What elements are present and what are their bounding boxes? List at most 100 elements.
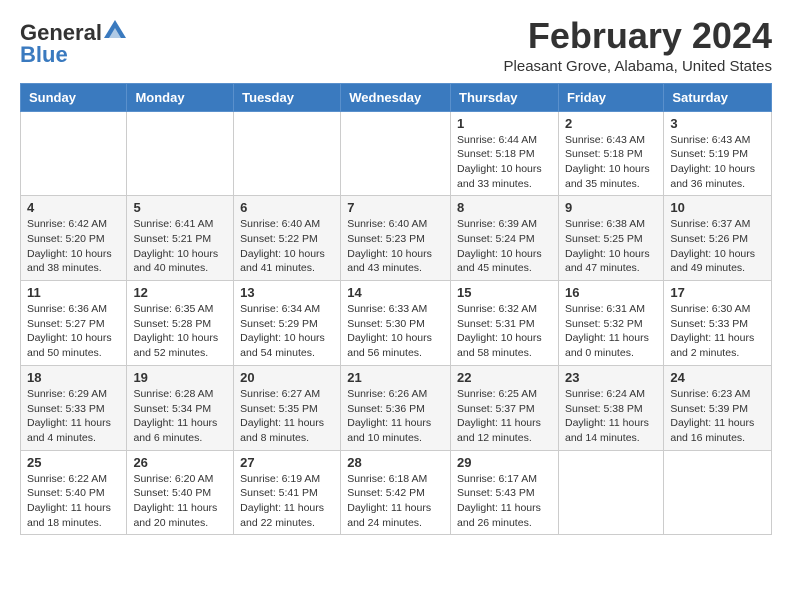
- day-info: Sunrise: 6:40 AM Sunset: 5:22 PM Dayligh…: [240, 217, 334, 276]
- day-cell: 12 Sunrise: 6:35 AM Sunset: 5:28 PM Dayli…: [127, 281, 234, 366]
- week-row-5: 25 Sunrise: 6:22 AM Sunset: 5:40 PM Dayli…: [21, 450, 772, 535]
- day-number: 4: [27, 200, 120, 215]
- week-row-2: 4 Sunrise: 6:42 AM Sunset: 5:20 PM Daylig…: [21, 196, 772, 281]
- day-info: Sunrise: 6:31 AM Sunset: 5:32 PM Dayligh…: [565, 302, 657, 361]
- day-number: 1: [457, 116, 552, 131]
- header-row: SundayMondayTuesdayWednesdayThursdayFrid…: [21, 83, 772, 111]
- day-number: 16: [565, 285, 657, 300]
- day-number: 22: [457, 370, 552, 385]
- day-info: Sunrise: 6:43 AM Sunset: 5:18 PM Dayligh…: [565, 133, 657, 192]
- day-number: 27: [240, 455, 334, 470]
- header-cell-sunday: Sunday: [21, 83, 127, 111]
- week-row-4: 18 Sunrise: 6:29 AM Sunset: 5:33 PM Dayli…: [21, 365, 772, 450]
- day-info: Sunrise: 6:33 AM Sunset: 5:30 PM Dayligh…: [347, 302, 444, 361]
- day-cell: 11 Sunrise: 6:36 AM Sunset: 5:27 PM Dayli…: [21, 281, 127, 366]
- day-number: 10: [670, 200, 765, 215]
- day-cell: 27Sunrise: 6:19 AM Sunset: 5:41 PM Dayli…: [234, 450, 341, 535]
- day-cell: 2 Sunrise: 6:43 AM Sunset: 5:18 PM Daylig…: [558, 111, 663, 196]
- day-info: Sunrise: 6:34 AM Sunset: 5:29 PM Dayligh…: [240, 302, 334, 361]
- day-info: Sunrise: 6:17 AM Sunset: 5:43 PM Dayligh…: [457, 472, 552, 531]
- day-number: 13: [240, 285, 334, 300]
- day-cell: 20 Sunrise: 6:27 AM Sunset: 5:35 PM Dayli…: [234, 365, 341, 450]
- day-info: Sunrise: 6:28 AM Sunset: 5:34 PM Dayligh…: [133, 387, 227, 446]
- day-info: Sunrise: 6:42 AM Sunset: 5:20 PM Dayligh…: [27, 217, 120, 276]
- day-cell: [127, 111, 234, 196]
- day-number: 14: [347, 285, 444, 300]
- day-info: Sunrise: 6:18 AM Sunset: 5:42 PM Dayligh…: [347, 472, 444, 531]
- day-number: 18: [27, 370, 120, 385]
- day-info: Sunrise: 6:35 AM Sunset: 5:28 PM Dayligh…: [133, 302, 227, 361]
- day-cell: [558, 450, 663, 535]
- day-info: Sunrise: 6:20 AM Sunset: 5:40 PM Dayligh…: [133, 472, 227, 531]
- day-cell: 7Sunrise: 6:40 AM Sunset: 5:23 PM Daylig…: [341, 196, 451, 281]
- day-cell: 21Sunrise: 6:26 AM Sunset: 5:36 PM Dayli…: [341, 365, 451, 450]
- logo-blue: Blue: [20, 42, 68, 68]
- day-cell: 3 Sunrise: 6:43 AM Sunset: 5:19 PM Daylig…: [664, 111, 772, 196]
- day-cell: 23 Sunrise: 6:24 AM Sunset: 5:38 PM Dayli…: [558, 365, 663, 450]
- day-cell: 13 Sunrise: 6:34 AM Sunset: 5:29 PM Dayli…: [234, 281, 341, 366]
- day-number: 24: [670, 370, 765, 385]
- header-cell-thursday: Thursday: [451, 83, 559, 111]
- day-cell: 25 Sunrise: 6:22 AM Sunset: 5:40 PM Dayli…: [21, 450, 127, 535]
- day-number: 26: [133, 455, 227, 470]
- day-number: 8: [457, 200, 552, 215]
- day-number: 23: [565, 370, 657, 385]
- day-cell: 26 Sunrise: 6:20 AM Sunset: 5:40 PM Dayli…: [127, 450, 234, 535]
- calendar-table: SundayMondayTuesdayWednesdayThursdayFrid…: [20, 83, 772, 536]
- day-number: 15: [457, 285, 552, 300]
- day-cell: [21, 111, 127, 196]
- day-info: Sunrise: 6:27 AM Sunset: 5:35 PM Dayligh…: [240, 387, 334, 446]
- day-info: Sunrise: 6:24 AM Sunset: 5:38 PM Dayligh…: [565, 387, 657, 446]
- day-info: Sunrise: 6:30 AM Sunset: 5:33 PM Dayligh…: [670, 302, 765, 361]
- day-number: 20: [240, 370, 334, 385]
- day-cell: 1Sunrise: 6:44 AM Sunset: 5:18 PM Daylig…: [451, 111, 559, 196]
- month-title: February 2024: [504, 16, 772, 56]
- day-number: 25: [27, 455, 120, 470]
- day-cell: 4 Sunrise: 6:42 AM Sunset: 5:20 PM Daylig…: [21, 196, 127, 281]
- day-cell: 24 Sunrise: 6:23 AM Sunset: 5:39 PM Dayli…: [664, 365, 772, 450]
- day-number: 28: [347, 455, 444, 470]
- calendar-header: SundayMondayTuesdayWednesdayThursdayFrid…: [21, 83, 772, 111]
- day-cell: 19 Sunrise: 6:28 AM Sunset: 5:34 PM Dayli…: [127, 365, 234, 450]
- day-cell: 17Sunrise: 6:30 AM Sunset: 5:33 PM Dayli…: [664, 281, 772, 366]
- day-cell: 9Sunrise: 6:38 AM Sunset: 5:25 PM Daylig…: [558, 196, 663, 281]
- day-number: 21: [347, 370, 444, 385]
- day-number: 29: [457, 455, 552, 470]
- week-row-1: 1Sunrise: 6:44 AM Sunset: 5:18 PM Daylig…: [21, 111, 772, 196]
- day-cell: 29 Sunrise: 6:17 AM Sunset: 5:43 PM Dayli…: [451, 450, 559, 535]
- logo-icon: [104, 20, 126, 38]
- logo: General Blue: [20, 20, 126, 68]
- day-info: Sunrise: 6:23 AM Sunset: 5:39 PM Dayligh…: [670, 387, 765, 446]
- title-block: February 2024 Pleasant Grove, Alabama, U…: [504, 16, 772, 75]
- header-cell-wednesday: Wednesday: [341, 83, 451, 111]
- day-number: 19: [133, 370, 227, 385]
- page-header: General Blue February 2024 Pleasant Grov…: [20, 16, 772, 75]
- day-cell: 14 Sunrise: 6:33 AM Sunset: 5:30 PM Dayli…: [341, 281, 451, 366]
- day-number: 12: [133, 285, 227, 300]
- day-number: 3: [670, 116, 765, 131]
- week-row-3: 11 Sunrise: 6:36 AM Sunset: 5:27 PM Dayli…: [21, 281, 772, 366]
- day-info: Sunrise: 6:32 AM Sunset: 5:31 PM Dayligh…: [457, 302, 552, 361]
- day-cell: 28 Sunrise: 6:18 AM Sunset: 5:42 PM Dayli…: [341, 450, 451, 535]
- day-number: 11: [27, 285, 120, 300]
- day-number: 2: [565, 116, 657, 131]
- day-cell: 5Sunrise: 6:41 AM Sunset: 5:21 PM Daylig…: [127, 196, 234, 281]
- day-info: Sunrise: 6:29 AM Sunset: 5:33 PM Dayligh…: [27, 387, 120, 446]
- header-cell-saturday: Saturday: [664, 83, 772, 111]
- day-cell: 8 Sunrise: 6:39 AM Sunset: 5:24 PM Daylig…: [451, 196, 559, 281]
- day-info: Sunrise: 6:39 AM Sunset: 5:24 PM Dayligh…: [457, 217, 552, 276]
- day-number: 5: [133, 200, 227, 215]
- day-info: Sunrise: 6:22 AM Sunset: 5:40 PM Dayligh…: [27, 472, 120, 531]
- day-cell: [341, 111, 451, 196]
- header-cell-monday: Monday: [127, 83, 234, 111]
- day-number: 6: [240, 200, 334, 215]
- day-cell: 22 Sunrise: 6:25 AM Sunset: 5:37 PM Dayli…: [451, 365, 559, 450]
- day-cell: 16 Sunrise: 6:31 AM Sunset: 5:32 PM Dayli…: [558, 281, 663, 366]
- day-info: Sunrise: 6:25 AM Sunset: 5:37 PM Dayligh…: [457, 387, 552, 446]
- day-info: Sunrise: 6:43 AM Sunset: 5:19 PM Dayligh…: [670, 133, 765, 192]
- day-info: Sunrise: 6:36 AM Sunset: 5:27 PM Dayligh…: [27, 302, 120, 361]
- day-number: 9: [565, 200, 657, 215]
- day-cell: 10Sunrise: 6:37 AM Sunset: 5:26 PM Dayli…: [664, 196, 772, 281]
- location-title: Pleasant Grove, Alabama, United States: [504, 58, 772, 75]
- day-cell: [664, 450, 772, 535]
